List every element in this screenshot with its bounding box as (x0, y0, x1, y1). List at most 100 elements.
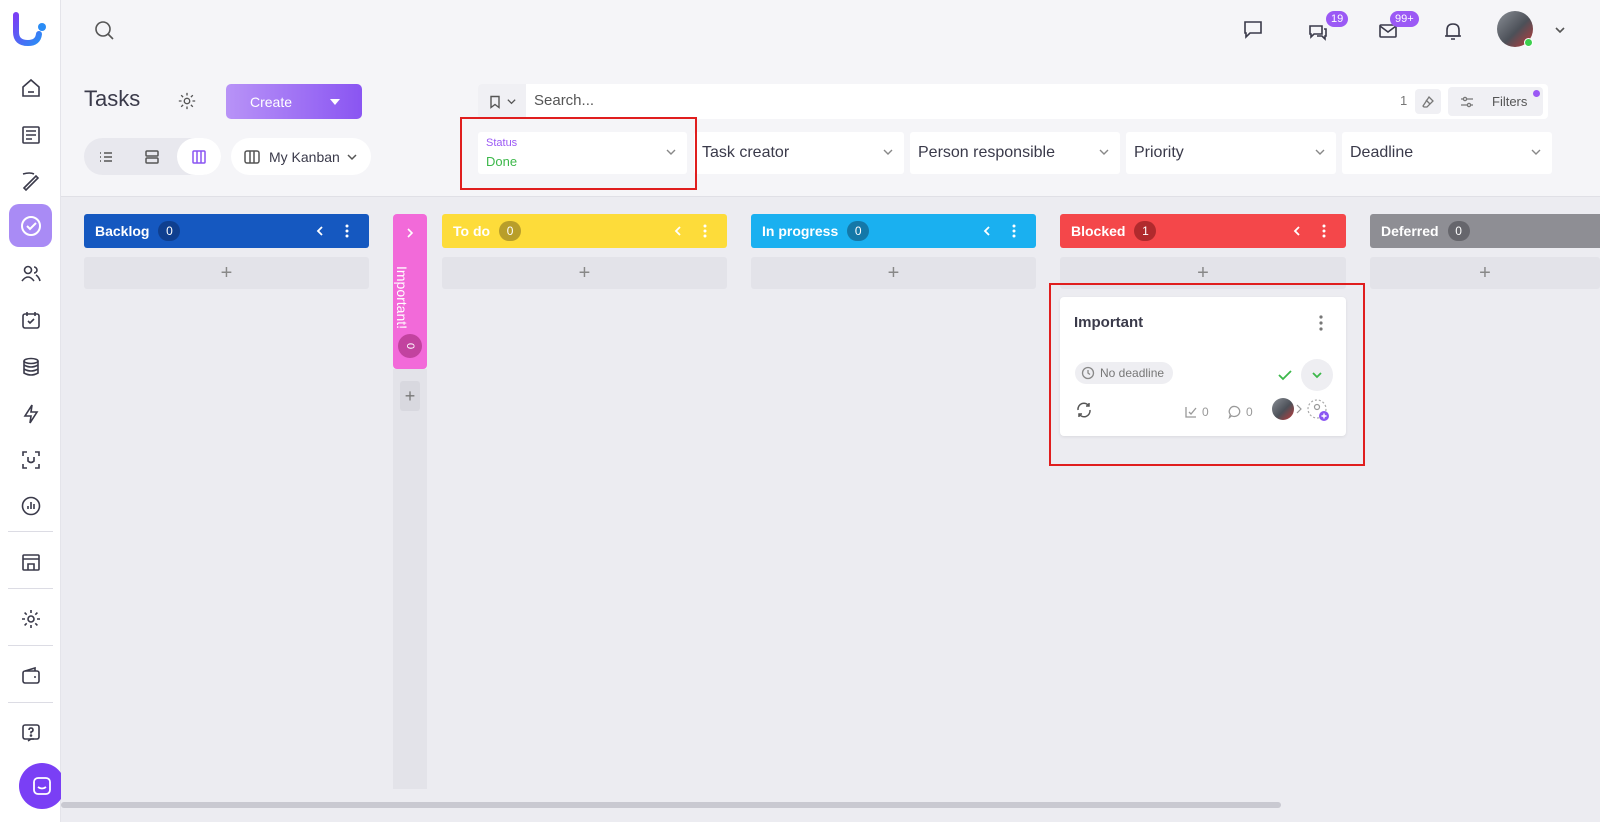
collapse-chevron-left-icon (674, 226, 681, 236)
chevron-down-icon (346, 151, 358, 163)
deadline-filter-label: Deadline (1350, 144, 1414, 161)
more-vertical-icon (703, 224, 707, 238)
kanban-board-label: My Kanban (269, 148, 340, 165)
view-switcher (84, 138, 221, 175)
filters-button[interactable]: Filters (1448, 87, 1543, 116)
column-body-important (393, 369, 427, 789)
column-title: Backlog (95, 223, 150, 239)
collapse-chevron-left-icon (983, 226, 990, 236)
sidebar-help-icon[interactable] (9, 711, 52, 754)
create-button-label: Create (249, 93, 293, 110)
sidebar-people-icon[interactable] (9, 251, 52, 294)
sidebar-divider (8, 702, 53, 703)
search-result-count: 1 (1400, 93, 1408, 108)
kanban-board-select[interactable]: My Kanban (231, 138, 371, 175)
column-title: In progress (762, 223, 839, 239)
sidebar-calendar-icon[interactable] (9, 298, 52, 341)
create-dropdown-caret-icon[interactable] (330, 98, 340, 105)
more-vertical-icon (1322, 224, 1326, 238)
column-count-badge: 0 (1447, 221, 1470, 241)
search-bar: 1 Filters (478, 84, 1548, 119)
chevron-down-icon (1098, 146, 1110, 158)
more-vertical-icon (1012, 224, 1016, 238)
column-count-badge-important: 0 (398, 334, 422, 358)
sidebar-store-icon[interactable] (9, 540, 52, 583)
collapse-chevron-left-icon (316, 226, 323, 236)
chevron-down-icon (1530, 146, 1542, 158)
column-title: Blocked (1071, 223, 1126, 239)
column-count-badge: 0 (499, 221, 522, 241)
more-vertical-icon (345, 224, 349, 238)
sidebar-lightning-icon[interactable] (9, 392, 52, 435)
online-status-dot (1524, 38, 1533, 47)
kanban-columns-icon (243, 148, 261, 166)
expand-chevron-right-icon[interactable] (406, 228, 414, 238)
sidebar-database-icon[interactable] (9, 345, 52, 388)
bookmark-icon (489, 95, 500, 109)
task-card-highlight (1049, 283, 1365, 466)
person-responsible-filter-select[interactable]: Person responsible (910, 132, 1120, 174)
column-count-badge: 0 (158, 221, 181, 241)
sidebar-settings-icon[interactable] (9, 597, 52, 640)
column-header-blocked[interactable]: Blocked 1 (1060, 214, 1346, 248)
column-title: Deferred (1381, 223, 1439, 239)
column-title: To do (453, 223, 491, 239)
search-input[interactable] (534, 92, 1134, 109)
filters-active-dot (1533, 90, 1540, 97)
filters-label: Filters (1492, 94, 1528, 109)
sliders-icon (1460, 95, 1474, 109)
page-header (61, 60, 1600, 197)
sidebar-tasks-icon[interactable] (9, 204, 52, 247)
sidebar-divider (8, 645, 53, 646)
sidebar-news-icon[interactable] (9, 113, 52, 156)
rows-view-icon[interactable] (130, 138, 174, 175)
horizontal-scrollbar[interactable] (61, 802, 1281, 808)
column-count-badge: 1 (1134, 221, 1157, 241)
sidebar-divider (8, 531, 53, 532)
app-logo[interactable] (12, 12, 48, 46)
clear-search-eraser-icon[interactable] (1415, 89, 1441, 114)
sidebar-divider (8, 588, 53, 589)
messenger-icon[interactable] (1240, 16, 1266, 42)
page-settings-gear-icon[interactable] (176, 90, 198, 112)
notifications-icon[interactable] (1440, 18, 1466, 44)
task-creator-filter-label: Task creator (702, 144, 790, 161)
column-title-important: Important! (394, 266, 410, 330)
deadline-filter-select[interactable]: Deadline (1342, 132, 1552, 174)
global-search-icon[interactable] (92, 18, 116, 42)
chevron-down-icon (882, 146, 894, 158)
kanban-board (61, 198, 1600, 822)
add-task-button-todo[interactable]: + (442, 257, 727, 289)
person-responsible-filter-label: Person responsible (918, 144, 1055, 161)
column-header-in-progress[interactable]: In progress 0 (751, 214, 1036, 248)
add-task-button-in-progress[interactable]: + (751, 257, 1036, 289)
sidebar-analytics-icon[interactable] (9, 484, 52, 527)
add-task-button-important[interactable]: + (400, 381, 420, 411)
column-header-deferred[interactable]: Deferred 0 (1370, 214, 1600, 248)
list-view-icon[interactable] (84, 138, 128, 175)
add-task-button-backlog[interactable]: + (84, 257, 369, 289)
status-filter-highlight (460, 117, 697, 190)
task-creator-filter-select[interactable]: Task creator (694, 132, 904, 174)
sidebar-scan-icon[interactable] (9, 438, 52, 481)
sidebar-home-icon[interactable] (9, 66, 52, 109)
support-chat-button[interactable] (19, 763, 65, 809)
sidebar-wallet-icon[interactable] (9, 654, 52, 697)
kanban-view-icon[interactable] (177, 138, 221, 175)
priority-filter-label: Priority (1134, 144, 1184, 161)
column-header-backlog[interactable]: Backlog 0 (84, 214, 369, 248)
profile-chevron-down-icon[interactable] (1552, 22, 1568, 38)
create-button[interactable]: Create (226, 84, 362, 119)
column-count-badge: 0 (847, 221, 870, 241)
collapse-chevron-left-icon (1293, 226, 1300, 236)
chats-badge: 19 (1326, 11, 1349, 27)
sidebar (0, 0, 61, 822)
topbar (61, 0, 1600, 60)
saved-filters-button[interactable] (478, 84, 526, 119)
mail-badge: 99+ (1390, 11, 1419, 27)
page-title: Tasks (84, 86, 141, 111)
priority-filter-select[interactable]: Priority (1126, 132, 1336, 174)
column-header-todo[interactable]: To do 0 (442, 214, 727, 248)
sidebar-pen-icon[interactable] (9, 159, 52, 202)
add-task-button-deferred[interactable]: + (1370, 257, 1600, 289)
